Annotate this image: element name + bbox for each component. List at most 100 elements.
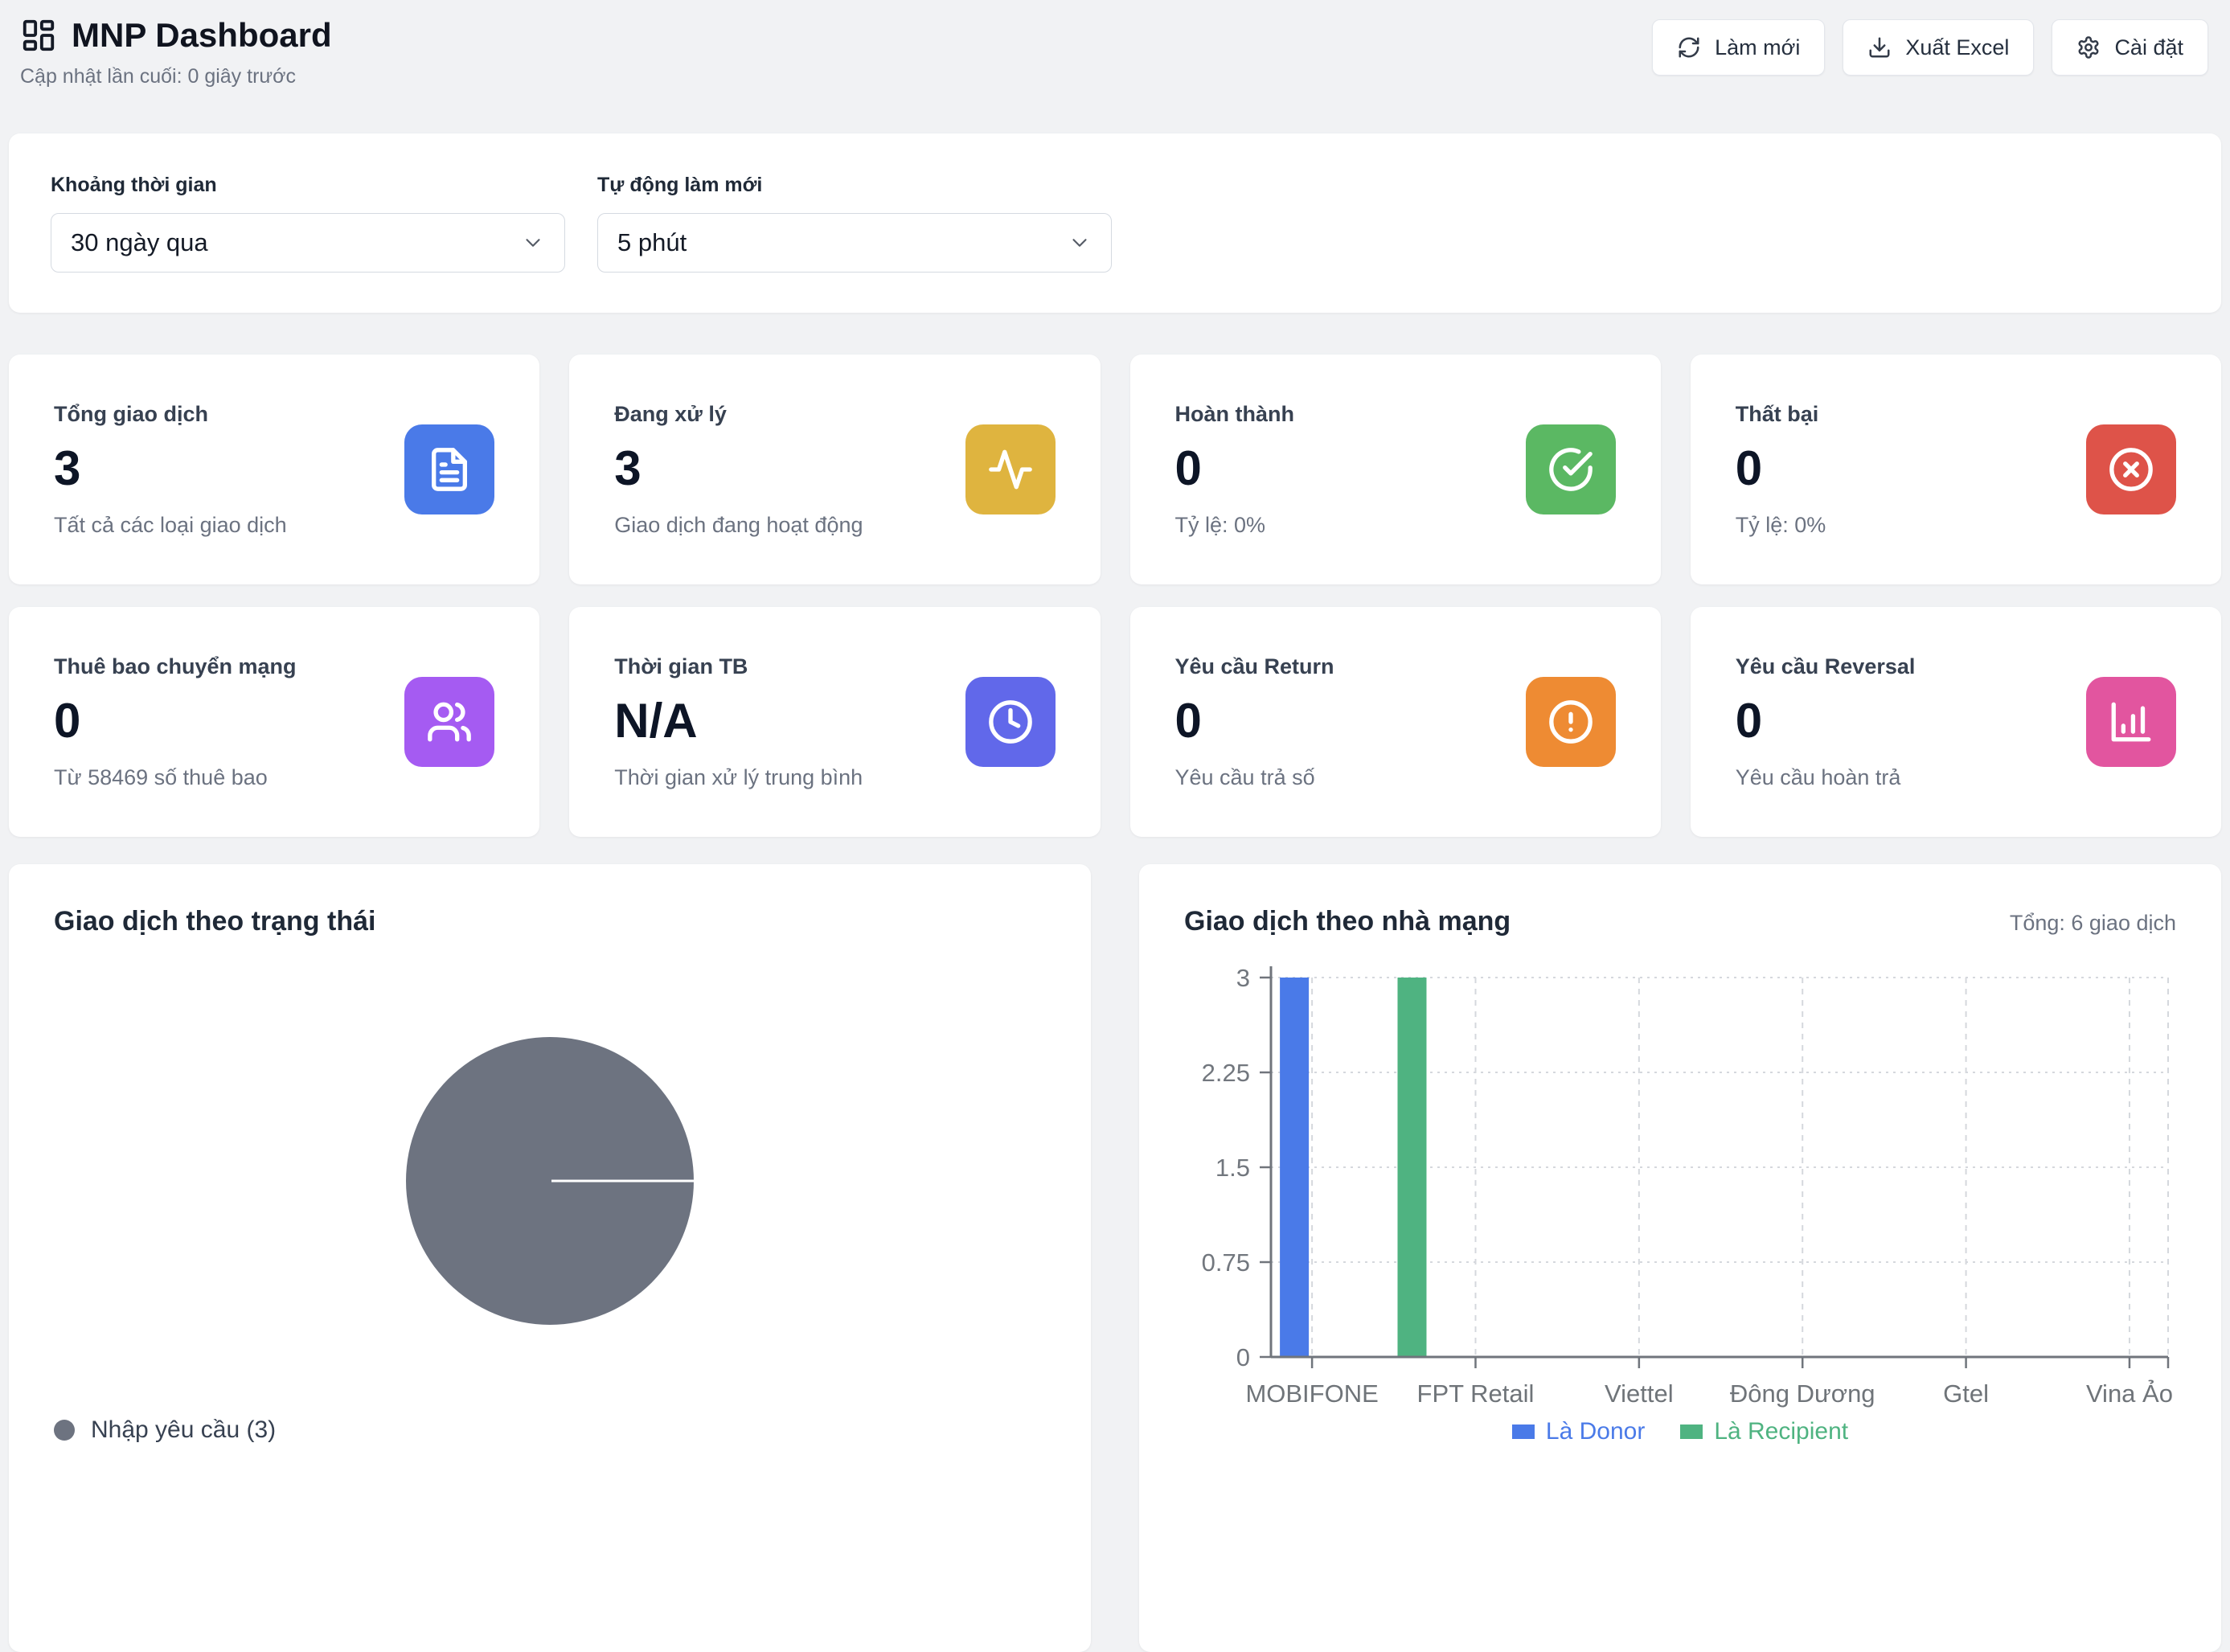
stat-info: Yêu cầu Reversal 0 Yêu cầu hoàn trả bbox=[1736, 653, 2086, 791]
stat-icon-tile bbox=[404, 677, 494, 767]
legend-swatch bbox=[1680, 1424, 1703, 1439]
stat-info: Thời gian TB N/A Thời gian xử lý trung bìn… bbox=[614, 653, 965, 791]
stat-card-return-requests: Yêu cầu Return 0 Yêu cầu trả số bbox=[1130, 607, 1661, 837]
button-label: Làm mới bbox=[1715, 35, 1800, 60]
status-chart-card: Giao dịch theo trạng thái Nhập yêu cầu (… bbox=[9, 864, 1091, 1652]
stat-card-completed: Hoàn thành 0 Tỷ lệ: 0% bbox=[1130, 355, 1661, 584]
stats-grid: Tổng giao dịch3Tất cả các loại giao dịch… bbox=[9, 355, 2221, 837]
svg-text:2.25: 2.25 bbox=[1202, 1059, 1250, 1087]
stat-subtext: Tỷ lệ: 0% bbox=[1736, 511, 2086, 539]
stat-value: 0 bbox=[1175, 693, 1526, 749]
stat-card-avg-time: Thời gian TB N/A Thời gian xử lý trung bìn… bbox=[569, 607, 1100, 837]
stat-info: Yêu cầu Return 0 Yêu cầu trả số bbox=[1175, 653, 1526, 791]
header: MNP Dashboard Cập nhật lần cuối: 0 giây … bbox=[9, 13, 2221, 88]
stat-info: Hoàn thành 0 Tỷ lệ: 0% bbox=[1175, 400, 1526, 539]
x-circle-icon bbox=[2108, 446, 2154, 493]
operator-chart-header: Giao dịch theo nhà mạng Tổng: 6 giao dịc… bbox=[1184, 906, 2176, 937]
stat-value: 0 bbox=[1736, 693, 2086, 749]
dashboard-icon bbox=[20, 17, 57, 54]
stat-card-reversal-requests: Yêu cầu Reversal 0 Yêu cầu hoàn trả bbox=[1691, 607, 2221, 837]
stat-label: Thời gian TB bbox=[614, 653, 965, 680]
legend-label: Là Donor bbox=[1546, 1418, 1645, 1445]
legend-label: Nhập yêu cầu (3) bbox=[91, 1416, 276, 1444]
stat-icon-tile bbox=[2086, 424, 2176, 514]
stat-card-failed: Thất bại 0 Tỷ lệ: 0% bbox=[1691, 355, 2221, 584]
stat-info: Đang xử lý 3 Giao dịch đang hoạt động bbox=[614, 400, 965, 539]
pie-svg bbox=[404, 1035, 695, 1326]
stat-card-processing: Đang xử lý 3 Giao dịch đang hoạt động bbox=[569, 355, 1100, 584]
header-actions: Làm mới Xuất Excel Cài đặt bbox=[1652, 16, 2208, 76]
download-icon bbox=[1867, 35, 1892, 59]
bar-Là Recipient-FPT Retail bbox=[1397, 978, 1426, 1357]
legend-item[interactable]: Nhập yêu cầu (3) bbox=[54, 1416, 1046, 1444]
svg-text:0.75: 0.75 bbox=[1202, 1248, 1250, 1277]
auto-refresh-label: Tự động làm mới bbox=[597, 174, 1112, 197]
stat-value: 0 bbox=[1736, 441, 2086, 497]
auto-refresh-select[interactable]: 5 phút bbox=[597, 213, 1112, 273]
operator-chart-legend: Là Donor Là Recipient bbox=[1184, 1418, 2176, 1445]
legend-item-recipient[interactable]: Là Recipient bbox=[1680, 1418, 1848, 1445]
svg-text:Gtel: Gtel bbox=[1943, 1379, 1989, 1408]
stat-subtext: Giao dịch đang hoạt động bbox=[614, 511, 965, 539]
operator-chart-card: Giao dịch theo nhà mạng Tổng: 6 giao dịc… bbox=[1139, 864, 2221, 1652]
chevron-down-icon bbox=[521, 231, 545, 255]
stat-label: Thất bại bbox=[1736, 400, 2086, 428]
stat-label: Yêu cầu Reversal bbox=[1736, 653, 2086, 680]
title-row: MNP Dashboard bbox=[20, 16, 332, 55]
stat-icon-tile bbox=[2086, 677, 2176, 767]
stat-card-total-transactions: Tổng giao dịch3Tất cả các loại giao dịch bbox=[9, 355, 539, 584]
auto-refresh-filter: Tự động làm mới 5 phút bbox=[597, 174, 1112, 273]
refresh-button[interactable]: Làm mới bbox=[1652, 19, 1825, 76]
stat-subtext: Từ 58469 số thuê bao bbox=[54, 764, 404, 791]
header-left: MNP Dashboard Cập nhật lần cuối: 0 giây … bbox=[20, 16, 332, 88]
stat-value: N/A bbox=[614, 693, 965, 749]
stat-label: Yêu cầu Return bbox=[1175, 653, 1526, 680]
stat-subtext: Yêu cầu trả số bbox=[1175, 764, 1526, 791]
stat-info: Tổng giao dịch3Tất cả các loại giao dịch bbox=[54, 400, 404, 539]
legend-label: Là Recipient bbox=[1714, 1418, 1848, 1445]
stat-icon-tile bbox=[1526, 424, 1616, 514]
download-button[interactable]: Xuất Excel bbox=[1843, 19, 2034, 76]
stat-info: Thất bại 0 Tỷ lệ: 0% bbox=[1736, 400, 2086, 539]
activity-icon bbox=[987, 446, 1034, 493]
button-label: Cài đặt bbox=[2114, 35, 2183, 60]
page-title: MNP Dashboard bbox=[72, 16, 332, 55]
gear-button[interactable]: Cài đặt bbox=[2052, 19, 2208, 76]
time-range-value: 30 ngày qua bbox=[71, 228, 208, 257]
users-icon bbox=[426, 699, 473, 745]
stat-icon-tile bbox=[965, 424, 1056, 514]
bar-Là Donor-MOBIFONE bbox=[1280, 978, 1309, 1357]
auto-refresh-value: 5 phút bbox=[617, 228, 687, 257]
stat-subtext: Tất cả các loại giao dịch bbox=[54, 511, 404, 539]
operator-bar-chart: 00.751.52.253MOBIFONEFPT RetailViettelĐô… bbox=[1184, 965, 2176, 1415]
legend-item-donor[interactable]: Là Donor bbox=[1512, 1418, 1645, 1445]
stat-value: 0 bbox=[54, 693, 404, 749]
time-range-filter: Khoảng thời gian 30 ngày qua bbox=[51, 174, 565, 273]
filter-card: Khoảng thời gian 30 ngày qua Tự động làm… bbox=[9, 133, 2221, 313]
status-pie-chart bbox=[54, 1035, 1046, 1326]
bar-svg: 00.751.52.253MOBIFONEFPT RetailViettelĐô… bbox=[1184, 965, 2176, 1415]
bar-chart-icon bbox=[2108, 699, 2154, 745]
stat-subtext: Tỷ lệ: 0% bbox=[1175, 511, 1526, 539]
last-updated-text: Cập nhật lần cuối: 0 giây trước bbox=[20, 65, 332, 88]
refresh-icon bbox=[1677, 35, 1701, 59]
svg-text:Vina Ảo: Vina Ảo bbox=[2086, 1379, 2173, 1408]
stat-label: Thuê bao chuyển mạng bbox=[54, 653, 404, 680]
alert-circle-icon bbox=[1547, 699, 1594, 745]
chevron-down-icon bbox=[1068, 231, 1092, 255]
time-range-select[interactable]: 30 ngày qua bbox=[51, 213, 565, 273]
stat-label: Hoàn thành bbox=[1175, 400, 1526, 428]
stat-value: 0 bbox=[1175, 441, 1526, 497]
stat-card-ported-subscribers: Thuê bao chuyển mạng 0 Từ 58469 số thuê ba… bbox=[9, 607, 539, 837]
stat-label: Tổng giao dịch bbox=[54, 400, 404, 428]
svg-text:FPT Retail: FPT Retail bbox=[1417, 1379, 1535, 1408]
stat-subtext: Thời gian xử lý trung bình bbox=[614, 764, 965, 791]
clock-icon bbox=[987, 699, 1034, 745]
stat-value: 3 bbox=[614, 441, 965, 497]
stat-subtext: Yêu cầu hoàn trả bbox=[1736, 764, 2086, 791]
stat-label: Đang xử lý bbox=[614, 400, 965, 428]
svg-text:3: 3 bbox=[1236, 965, 1250, 992]
charts-row: Giao dịch theo trạng thái Nhập yêu cầu (… bbox=[9, 864, 2221, 1652]
mnp-dashboard-page: MNP Dashboard Cập nhật lần cuối: 0 giây … bbox=[0, 0, 2230, 1652]
button-label: Xuất Excel bbox=[1905, 35, 2009, 60]
